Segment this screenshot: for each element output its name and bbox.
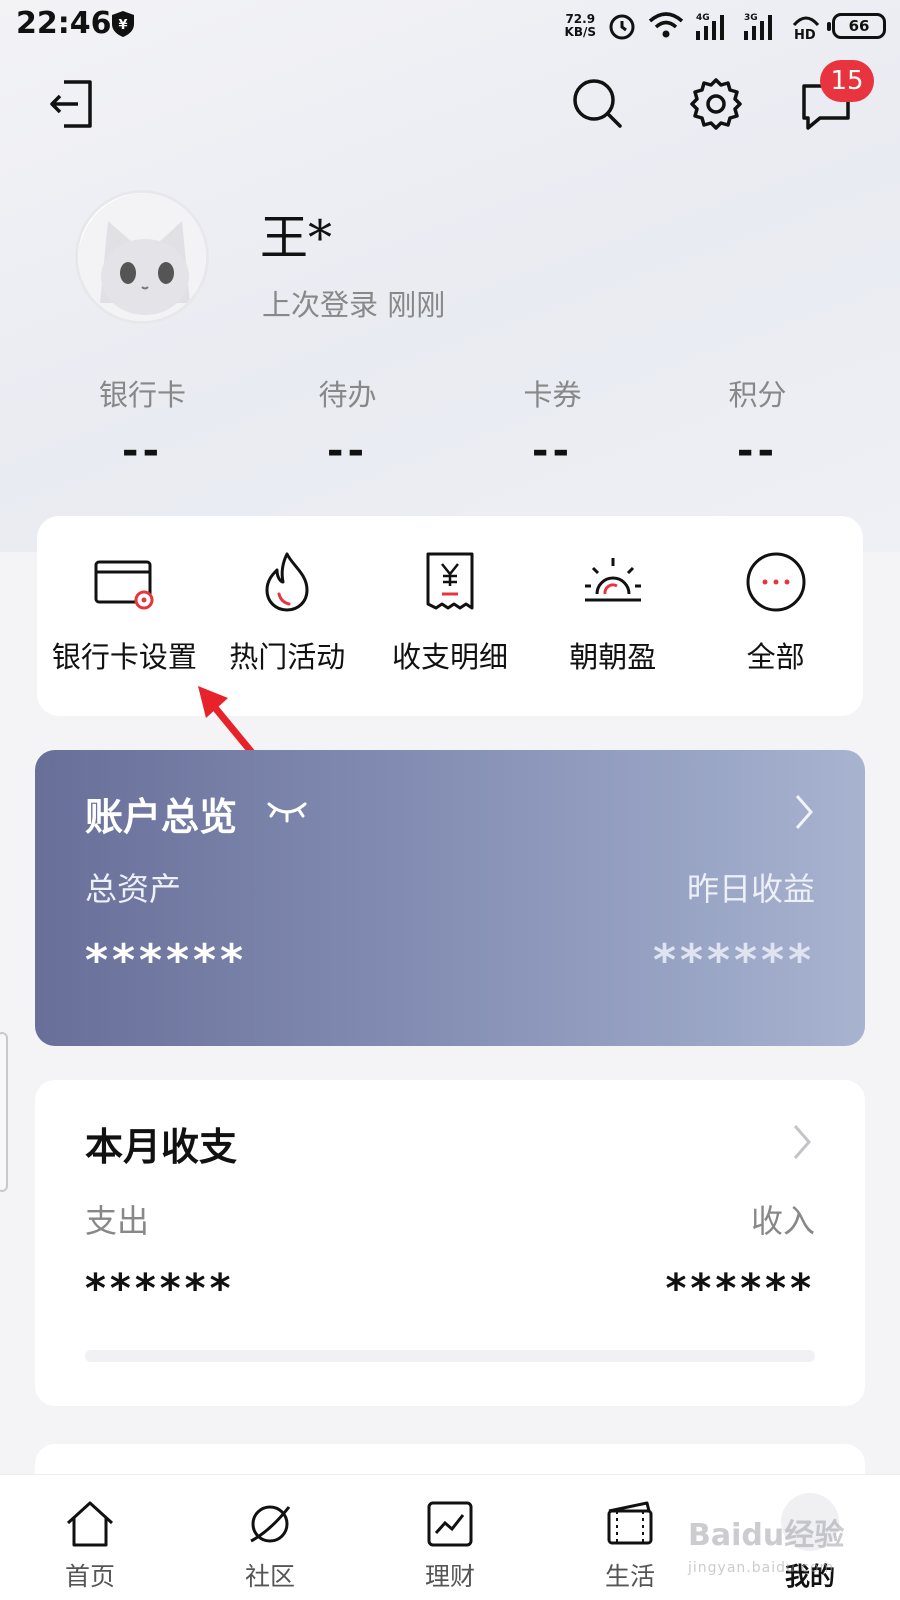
account-overview-card[interactable]: 账户总览 总资产 昨日收益 ****** ****** [35, 750, 865, 1046]
watermark-text: Baidu经验 [688, 1518, 845, 1553]
home-icon [66, 1501, 114, 1547]
signal-4g-icon: 4G [696, 13, 724, 40]
stat-label: 卡券 [523, 378, 582, 412]
stat-label: 待办 [318, 378, 377, 412]
gear-icon[interactable] [688, 76, 744, 132]
stat-todo[interactable]: 待办 -- [245, 372, 450, 474]
total-assets-label: 总资产 [85, 870, 182, 908]
alarm-icon [609, 14, 635, 40]
svg-text:3G: 3G [744, 13, 758, 23]
receipt-icon [426, 552, 474, 610]
quick-item-zhaozhaoying[interactable]: 朝朝盈 [531, 516, 694, 716]
quick-label: 热门活动 [229, 640, 346, 674]
shield-icon: ¥ [112, 11, 134, 37]
svg-text:HD: HD [794, 28, 816, 41]
stats-row: 银行卡 -- 待办 -- 卡券 -- 积分 -- [40, 372, 860, 474]
fire-icon [265, 552, 309, 612]
net-speed-unit: KB/S [564, 25, 596, 39]
stat-points[interactable]: 积分 -- [655, 372, 860, 474]
stat-bank-card[interactable]: 银行卡 -- [40, 372, 245, 474]
search-icon[interactable] [570, 76, 626, 132]
chevron-right-icon[interactable] [791, 792, 817, 832]
quick-label: 全部 [746, 640, 805, 674]
total-assets-value: ****** [85, 935, 248, 986]
expense-label: 支出 [85, 1202, 150, 1240]
yesterday-income-value: ****** [652, 935, 815, 986]
stat-label: 积分 [728, 378, 787, 412]
monthly-title: 本月收支 [85, 1125, 238, 1169]
nav-home[interactable]: 首页 [0, 1475, 180, 1600]
quick-item-all[interactable]: 全部 [694, 516, 857, 716]
cat-avatar-icon [78, 193, 206, 321]
hd-call-icon: HD [792, 16, 820, 41]
avatar[interactable] [75, 190, 209, 324]
nav-label: 生活 [604, 1562, 655, 1591]
watermark: Baidu经验 jingyan.baidu.com [688, 1510, 888, 1590]
chart-icon [427, 1501, 473, 1547]
account-overview-title: 账户总览 [85, 795, 238, 839]
quick-label: 朝朝盈 [569, 640, 657, 674]
stat-value: -- [326, 428, 369, 474]
income-label: 收入 [750, 1202, 815, 1240]
quick-label: 银行卡设置 [51, 640, 197, 674]
bank-card-settings-icon [94, 560, 154, 610]
message-badge: 15 [820, 60, 874, 102]
wifi-icon [648, 12, 684, 38]
last-login: 上次登录 刚刚 [262, 288, 446, 322]
nav-label: 首页 [64, 1562, 115, 1591]
stat-value: -- [121, 428, 164, 474]
stat-coupons[interactable]: 卡券 -- [450, 372, 655, 474]
wallet-icon [607, 1501, 653, 1545]
monthly-progress-bar [85, 1350, 815, 1362]
income-value: ****** [665, 1266, 815, 1312]
quick-menu: 银行卡设置 热门活动 收支明细 朝朝盈 全部 [37, 516, 863, 716]
svg-text:4G: 4G [696, 13, 710, 23]
stat-value: -- [736, 428, 779, 474]
logout-icon[interactable] [44, 76, 100, 132]
nav-label: 社区 [244, 1562, 295, 1591]
stat-label: 银行卡 [98, 378, 186, 412]
nav-community[interactable]: 社区 [180, 1475, 360, 1600]
battery-indicator: 66 [827, 13, 886, 39]
sunrise-icon [584, 558, 641, 602]
signal-3g-icon: 3G [744, 13, 772, 40]
status-bar: 22:46 ¥ 72.9 KB/S 4G 3G HD 66 [0, 0, 900, 52]
yesterday-income-label: 昨日收益 [686, 870, 815, 908]
quick-label: 收支明细 [391, 640, 508, 674]
user-name: 王* [260, 210, 333, 266]
expense-value: ****** [85, 1266, 235, 1312]
nav-label: 理财 [424, 1562, 475, 1591]
watermark-url: jingyan.baidu.com [688, 1560, 835, 1576]
monthly-summary-card[interactable]: 本月收支 支出 收入 ****** ****** [35, 1080, 865, 1406]
status-time: 22:46 [16, 6, 112, 41]
nav-wealth[interactable]: 理财 [360, 1475, 540, 1600]
planet-icon [250, 1505, 291, 1543]
side-drawer-handle[interactable] [0, 1032, 8, 1192]
quick-item-transaction-details[interactable]: 收支明细 [369, 516, 532, 716]
eye-closed-icon[interactable] [265, 794, 309, 824]
chevron-right-icon[interactable] [789, 1122, 815, 1162]
net-speed: 72.9 KB/S [565, 13, 596, 39]
svg-text:¥: ¥ [118, 18, 127, 33]
quick-item-bank-card-settings[interactable]: 银行卡设置 [43, 516, 206, 716]
more-icon [746, 552, 806, 612]
stat-value: -- [531, 428, 574, 474]
